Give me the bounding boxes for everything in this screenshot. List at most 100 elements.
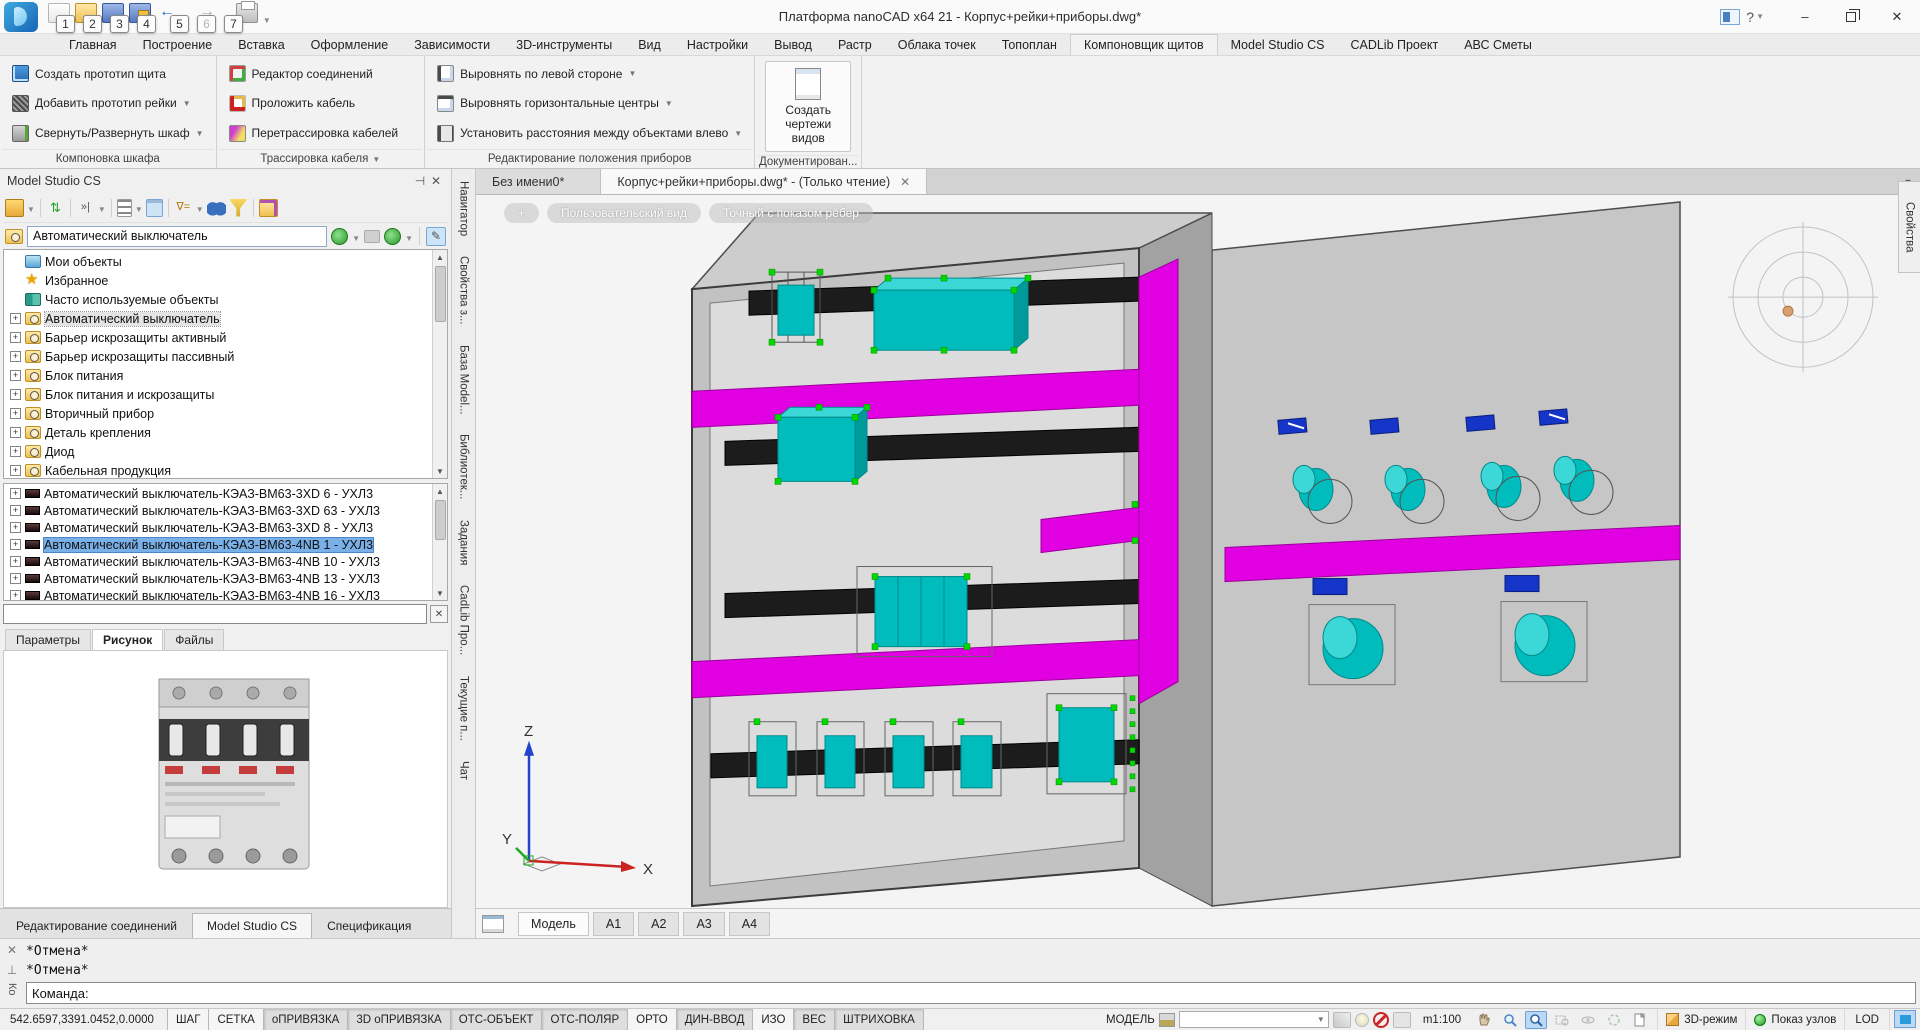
qat-customize-icon[interactable]: ▼ [263, 16, 271, 25]
tree-item[interactable]: + Блок питания [6, 366, 447, 385]
export-icon[interactable] [5, 199, 24, 217]
show-nodes-section[interactable]: Показ узлов [1745, 1009, 1844, 1030]
status-toggle[interactable]: ШТРИХОВКА [834, 1009, 924, 1030]
ribbon-button[interactable]: Выровнять горизонтальные центры ▼ [431, 90, 748, 116]
side-tab[interactable]: Чат [458, 761, 470, 780]
lock-icon[interactable] [1159, 1013, 1175, 1027]
bottom-tab[interactable]: Model Studio CS [192, 913, 312, 938]
tree-item[interactable]: + Деталь крепления [6, 423, 447, 442]
layout-tab[interactable]: Модель [518, 912, 589, 936]
ribbon-tab[interactable]: Вывод [761, 35, 825, 55]
ribbon-tab[interactable]: Оформление [298, 35, 402, 55]
expand-icon[interactable]: + [10, 389, 21, 400]
help-dropdown-icon[interactable]: ▼ [1756, 12, 1764, 21]
list-item[interactable]: + Автоматический выключатель-КЭАЗ-ВМ63-4… [6, 570, 447, 587]
scroll-thumb[interactable] [435, 500, 446, 540]
expand-icon[interactable]: + [10, 539, 21, 550]
search-input[interactable]: Автоматический выключатель [27, 226, 327, 247]
tree-scrollbar[interactable]: ▲ ▼ [432, 250, 447, 478]
ribbon-tab[interactable]: Вставка [225, 35, 297, 55]
list-item[interactable]: + Автоматический выключатель-КЭАЗ-ВМ63-4… [6, 553, 447, 570]
scale-value[interactable]: m1:100 [1423, 1014, 1461, 1026]
ribbon-button[interactable]: Свернуть/Развернуть шкаф ▼ [6, 120, 210, 146]
search-binoculars-icon[interactable] [207, 199, 226, 217]
goto-icon[interactable]: »| [76, 199, 95, 217]
filter-dropdown-icon[interactable]: ▼ [196, 205, 204, 214]
ribbon-tab[interactable]: Компоновщик щитов [1070, 34, 1218, 55]
command-input[interactable]: Команда: [26, 982, 1916, 1004]
properties-side-tab[interactable]: Свойства [1898, 181, 1920, 273]
layout-tab[interactable]: А2 [638, 912, 679, 936]
funnel-icon[interactable] [229, 199, 248, 217]
clear-filter-icon[interactable]: ✕ [430, 605, 448, 623]
tree-item[interactable]: + Избранное [6, 271, 447, 290]
ribbon-tab[interactable]: Вид [625, 35, 674, 55]
expand-icon[interactable]: + [10, 556, 21, 567]
ribbon-tab[interactable]: Зависимости [401, 35, 503, 55]
list-item[interactable]: + Автоматический выключатель-КЭАЗ-ВМ63-3… [6, 485, 447, 502]
import-folder-icon[interactable] [259, 199, 278, 217]
panel-close-icon[interactable]: ✕ [428, 174, 444, 188]
sheet-icon[interactable] [1629, 1011, 1651, 1029]
list-item[interactable]: + Автоматический выключатель-КЭАЗ-ВМ63-4… [6, 536, 447, 553]
document-tab[interactable]: Без имени0* ✕ [476, 169, 601, 194]
expand-icon[interactable]: + [10, 446, 21, 457]
ribbon-tab[interactable]: Главная [56, 35, 130, 55]
back-dropdown-icon[interactable]: ▼ [352, 234, 360, 243]
list-item[interactable]: + Автоматический выключатель-КЭАЗ-ВМ63-3… [6, 502, 447, 519]
expand-icon[interactable]: + [10, 313, 21, 324]
ribbon-tab[interactable]: CADLib Проект [1337, 35, 1451, 55]
no-entry-icon[interactable] [1373, 1012, 1389, 1028]
status-toggle[interactable]: ОТС-ПОЛЯР [541, 1009, 628, 1030]
tree-item[interactable]: + Мои объекты [6, 252, 447, 271]
orbit-icon[interactable] [1577, 1011, 1599, 1029]
scroll-down-icon[interactable]: ▼ [436, 464, 444, 478]
refresh-icon[interactable]: ⇅ [46, 199, 65, 217]
panel-tab[interactable]: Параметры [5, 629, 91, 650]
side-tab[interactable]: Текущие п... [458, 676, 470, 741]
tree-item[interactable]: + Диод [6, 442, 447, 461]
expand-icon[interactable]: + [10, 408, 21, 419]
folder-icon[interactable] [364, 230, 380, 243]
list-scrollbar[interactable]: ▲ ▼ [432, 484, 447, 600]
viewport-pill[interactable]: + [504, 203, 539, 223]
chevron-down-icon[interactable]: ▼ [665, 99, 673, 108]
expand-icon[interactable]: + [10, 505, 21, 516]
panel-tab[interactable]: Файлы [164, 629, 224, 650]
side-tab[interactable]: Навигатор [458, 181, 470, 236]
status-toggle[interactable]: ОТС-ОБЪЕКТ [450, 1009, 543, 1030]
minimize-button[interactable]: – [1782, 0, 1828, 33]
ribbon-tab[interactable]: Облака точек [885, 35, 989, 55]
layer-select[interactable]: ▼ [1179, 1011, 1329, 1028]
viewport-pill[interactable]: Точный с показом рёбер [709, 203, 873, 223]
layout-tab[interactable]: А3 [683, 912, 724, 936]
list-item[interactable]: + Автоматический выключатель-КЭАЗ-ВМ63-3… [6, 519, 447, 536]
ribbon-tab[interactable]: Топоплан [989, 35, 1070, 55]
panel-tab[interactable]: Рисунок [92, 629, 163, 650]
filter-input[interactable] [3, 604, 427, 624]
ribbon-tab[interactable]: Model Studio CS [1218, 35, 1338, 55]
ribbon-button[interactable]: Редактор соединений ▼ [223, 61, 419, 87]
fullscreen-icon[interactable] [1894, 1010, 1916, 1028]
tree-item[interactable]: + Барьер искрозащиты активный [6, 328, 447, 347]
tree-item[interactable]: + Барьер искрозащиты пассивный [6, 347, 447, 366]
tree-item[interactable]: + Автоматический выключатель [6, 309, 447, 328]
list-view-icon[interactable] [146, 199, 163, 217]
interface-layout-icon[interactable] [1720, 9, 1740, 25]
create-view-drawings-button[interactable]: Создать чертежи видов [765, 61, 851, 152]
status-toggle[interactable]: ОРТО [627, 1009, 677, 1030]
forward-circle-icon[interactable] [384, 228, 401, 245]
mode-3d-section[interactable]: 3D-режим [1657, 1009, 1745, 1030]
tree-view-dropdown-icon[interactable]: ▼ [135, 205, 143, 214]
ribbon-button[interactable]: Создать прототип щита ▼ [6, 61, 210, 87]
status-toggle[interactable]: СЕТКА [208, 1009, 263, 1030]
tree-item[interactable]: + Кабельная продукция [6, 461, 447, 479]
status-toggle[interactable]: ДИН-ВВОД [676, 1009, 754, 1030]
ribbon-tab[interactable]: 3D-инструменты [503, 35, 625, 55]
ribbon-tab[interactable]: Растр [825, 35, 885, 55]
ribbon-button[interactable]: Перетрассировка кабелей ▼ [223, 120, 419, 146]
layout-tab[interactable]: А4 [729, 912, 770, 936]
chevron-down-icon[interactable]: ▼ [183, 99, 191, 108]
ribbon-button[interactable]: Проложить кабель ▼ [223, 90, 419, 116]
forward-dropdown-icon[interactable]: ▼ [405, 234, 413, 243]
